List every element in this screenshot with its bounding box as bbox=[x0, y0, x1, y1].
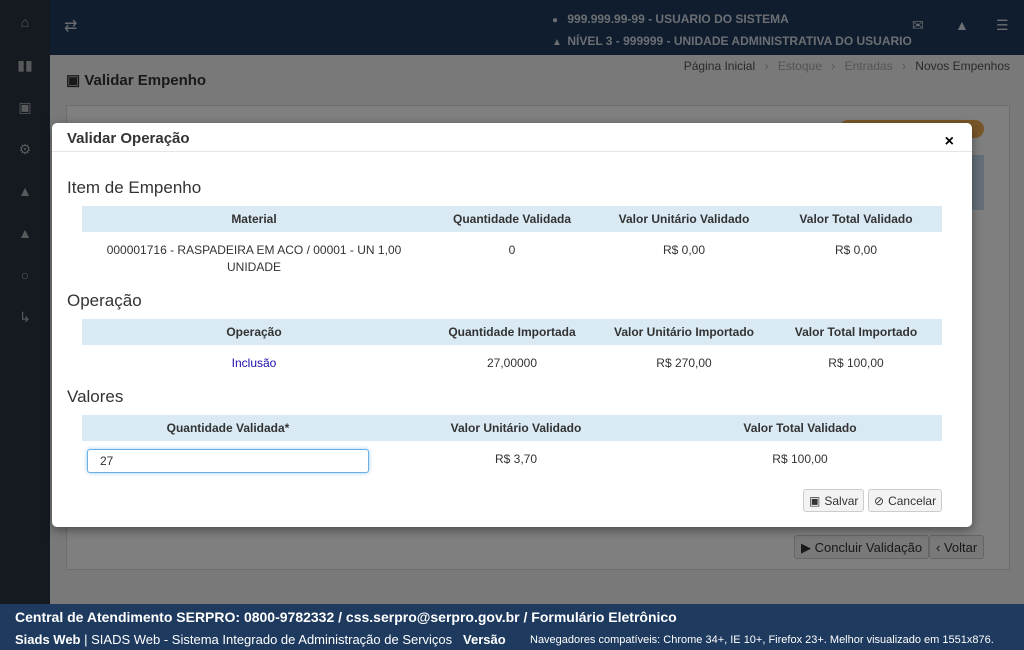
operacao-title: Operação bbox=[67, 291, 142, 310]
salvar-label: Salvar bbox=[824, 493, 859, 508]
valores-title: Valores bbox=[67, 387, 124, 406]
footer-system-name: SIADS Web - Sistema Integrado de Adminis… bbox=[91, 632, 453, 647]
cell-valor-unitario: R$ 0,00 bbox=[662, 243, 706, 257]
modal-title: Validar Operação bbox=[67, 130, 190, 147]
col-valor-unitario-validado: Valor Unitário Validado bbox=[598, 206, 770, 234]
salvar-button[interactable]: ▣ Salvar bbox=[803, 489, 865, 512]
cancelar-label: Cancelar bbox=[888, 493, 937, 508]
cell-valor-total-importado: R$ 100,00 bbox=[828, 356, 884, 370]
footer-contact: Central de Atendimento SERPRO: 0800-9782… bbox=[15, 609, 677, 625]
col-valor-total-importado: Valor Total Importado bbox=[770, 319, 942, 347]
table-row: R$ 3,70 R$ 100,00 bbox=[82, 442, 942, 473]
col-material: Material bbox=[82, 206, 426, 234]
ban-icon: ⊘ bbox=[874, 493, 885, 508]
item-empenho-table: Material Quantidade Validada Valor Unitá… bbox=[82, 206, 942, 276]
col-operacao: Operação bbox=[82, 319, 426, 347]
col-valor-unitario-validado: Valor Unitário Validado bbox=[374, 415, 658, 443]
footer: Central de Atendimento SERPRO: 0800-9782… bbox=[0, 604, 1024, 650]
col-quantidade-importada: Quantidade Importada bbox=[426, 319, 598, 347]
col-quantidade-validada: Quantidade Validada bbox=[426, 206, 598, 234]
col-quantidade-validada-input: Quantidade Validada* bbox=[82, 415, 374, 443]
quantidade-validada-input[interactable] bbox=[87, 449, 369, 473]
footer-compat: Navegadores compatíveis: Chrome 34+, IE … bbox=[530, 634, 994, 646]
modal-header: Validar Operação bbox=[52, 123, 972, 152]
cell-quantidade: 0 bbox=[508, 243, 516, 257]
cancelar-button[interactable]: ⊘ Cancelar bbox=[868, 489, 943, 512]
footer-version-label: Versão bbox=[463, 632, 506, 647]
footer-system: Siads Web | SIADS Web - Sistema Integrad… bbox=[15, 632, 506, 647]
valores-table: Quantidade Validada* Valor Unitário Vali… bbox=[82, 415, 942, 473]
table-row: Inclusão 27,00000 R$ 270,00 R$ 100,00 bbox=[82, 346, 942, 372]
validar-operacao-modal: Validar Operação × Item de Empenho Mater… bbox=[52, 123, 972, 527]
cell-valor-total: R$ 0,00 bbox=[834, 243, 878, 257]
cell-valor-total-validado: R$ 100,00 bbox=[772, 452, 828, 466]
col-valor-total-validado: Valor Total Validado bbox=[658, 415, 942, 443]
cell-valor-unitario-importado: R$ 270,00 bbox=[656, 356, 712, 370]
save-icon: ▣ bbox=[809, 493, 821, 508]
table-row: 000001716 - RASPADEIRA EM ACO / 00001 - … bbox=[82, 233, 942, 276]
operacao-link[interactable]: Inclusão bbox=[232, 356, 277, 370]
close-icon[interactable]: × bbox=[945, 133, 954, 151]
cell-valor-unitario-validado: R$ 3,70 bbox=[494, 452, 538, 466]
col-valor-unitario-importado: Valor Unitário Importado bbox=[598, 319, 770, 347]
operacao-table: Operação Quantidade Importada Valor Unit… bbox=[82, 319, 942, 372]
col-valor-total-validado: Valor Total Validado bbox=[770, 206, 942, 234]
footer-brand: Siads Web bbox=[15, 632, 81, 647]
cell-quantidade-importada: 27,00000 bbox=[486, 356, 538, 370]
cell-material: 000001716 - RASPADEIRA EM ACO / 00001 - … bbox=[106, 243, 402, 274]
item-empenho-title: Item de Empenho bbox=[67, 178, 202, 197]
